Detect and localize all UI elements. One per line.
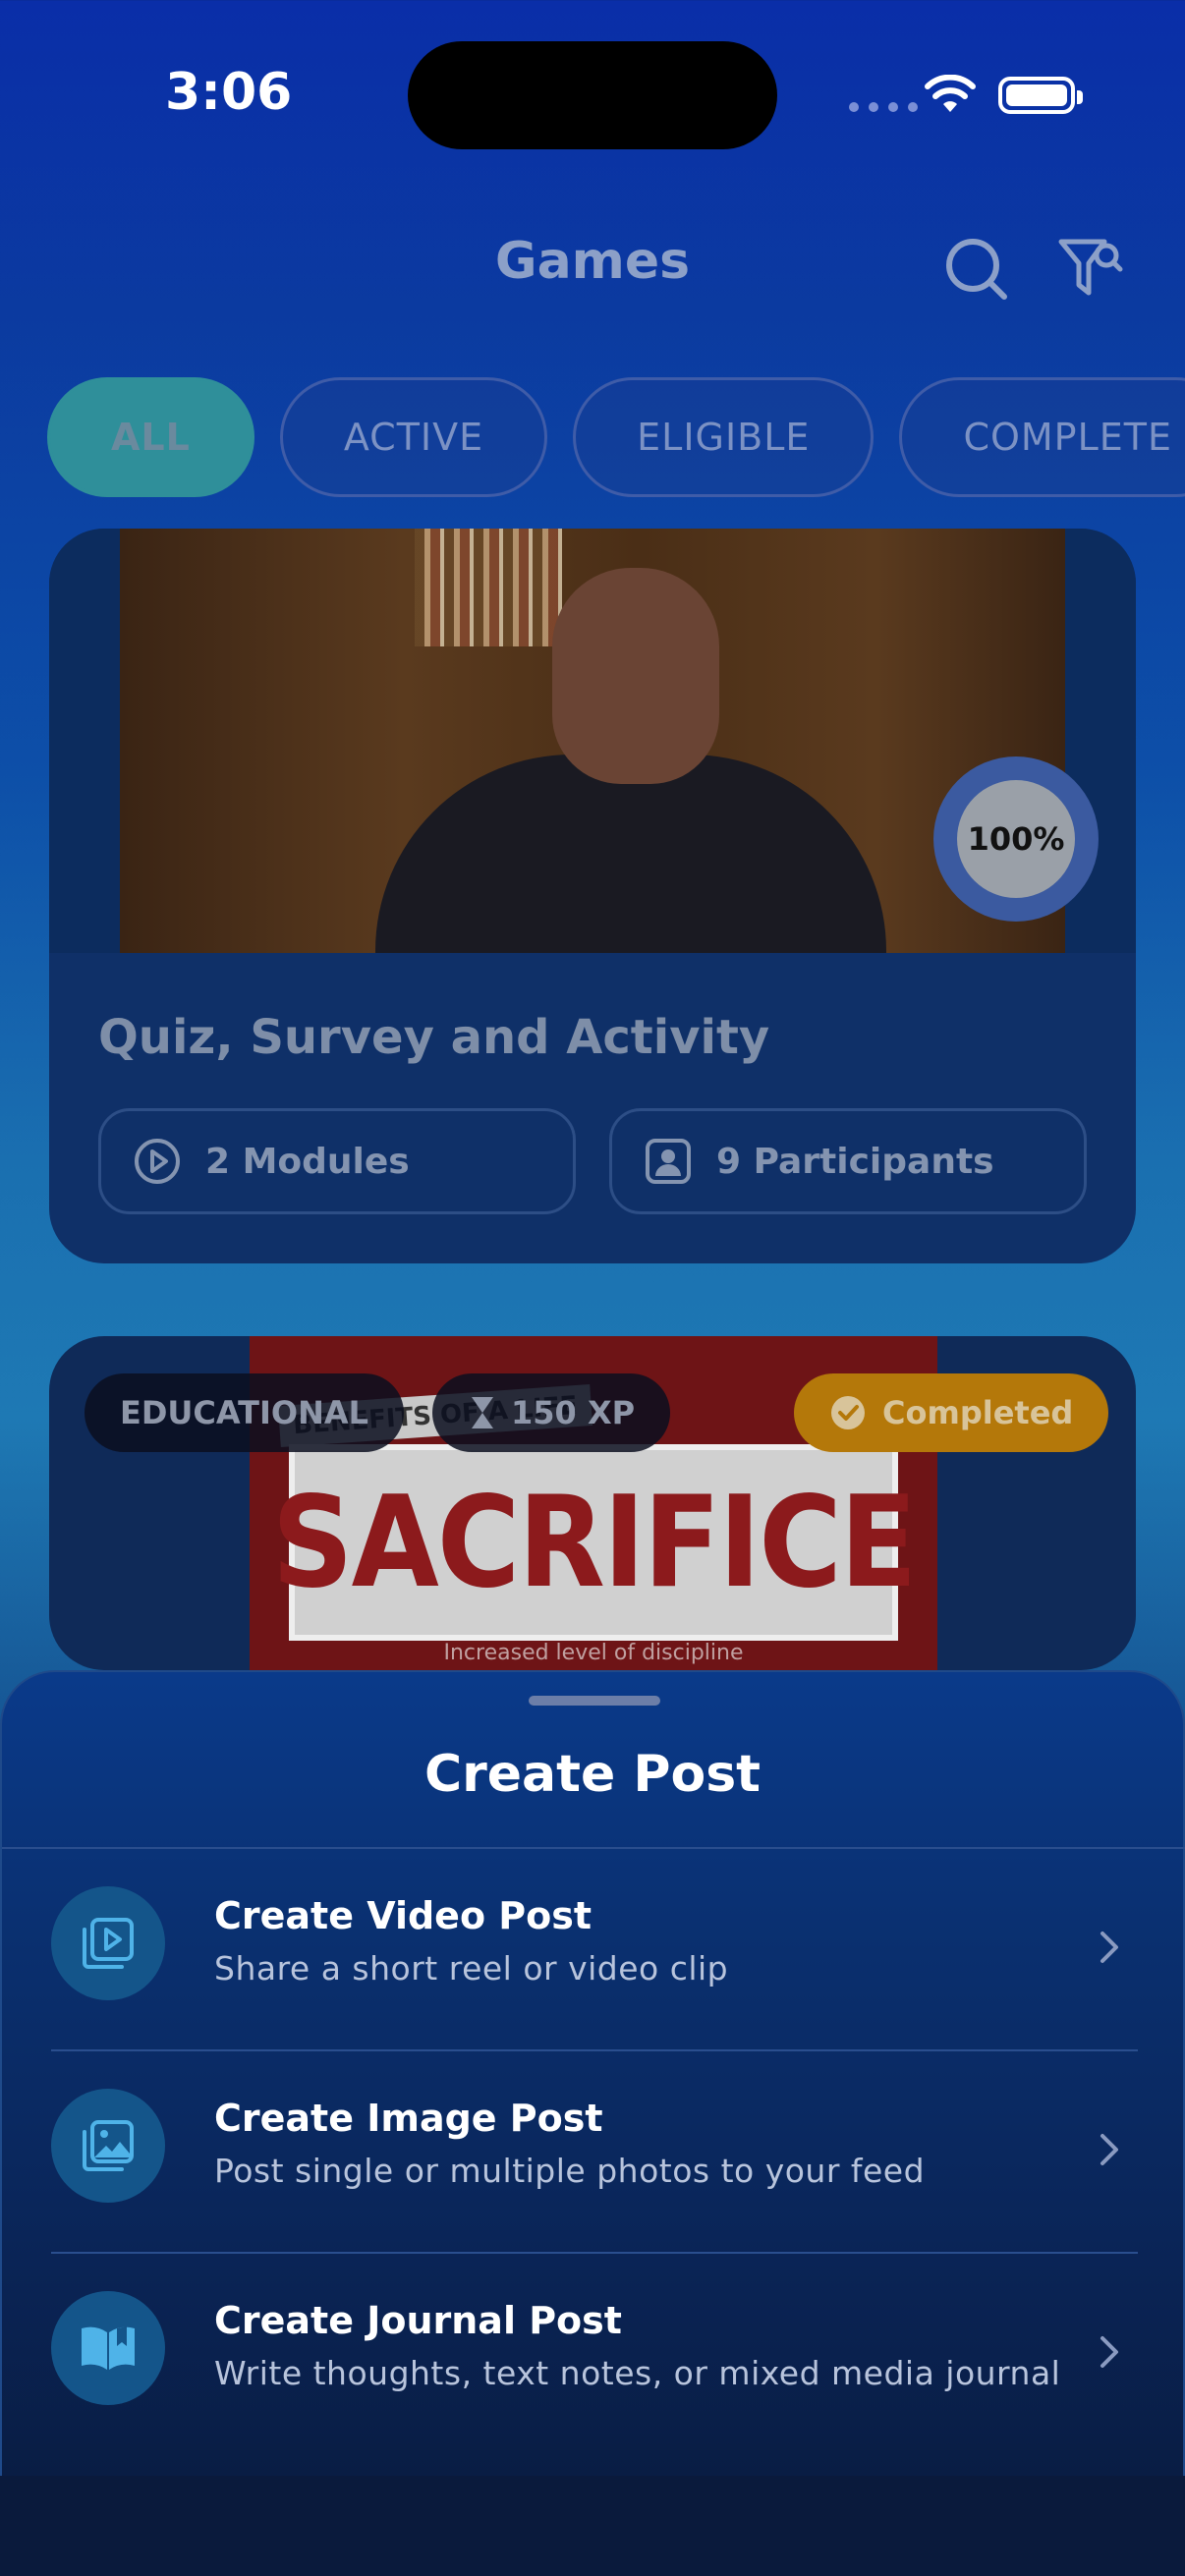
- video-post-icon: [51, 1886, 165, 2000]
- option-title: Create Journal Post: [214, 2299, 622, 2342]
- modules-label: 2 Modules: [205, 1141, 410, 1182]
- search-icon[interactable]: [941, 234, 1010, 303]
- create-post-sheet: Create Post Create Video Post Share a sh…: [0, 1670, 1185, 2476]
- check-circle-icon: [831, 1396, 865, 1429]
- participant-icon: [646, 1139, 691, 1184]
- category-badge: EDUCATIONAL: [85, 1373, 405, 1452]
- option-subtitle: Share a short reel or video clip: [214, 1949, 729, 1988]
- tab-all[interactable]: ALL: [47, 377, 254, 497]
- xp-label: 150 XP: [511, 1394, 636, 1431]
- tab-complete[interactable]: COMPLETE: [899, 377, 1185, 497]
- participants-label: 9 Participants: [716, 1141, 994, 1182]
- cellular-signal-icon: [849, 102, 918, 112]
- bottom-safe-area: [0, 2476, 1185, 2576]
- create-journal-post-option[interactable]: Create Journal Post Write thoughts, text…: [51, 2254, 1138, 2454]
- game-card[interactable]: 100% Quiz, Survey and Activity 2 Modules…: [49, 529, 1136, 1263]
- sheet-title: Create Post: [423, 1745, 762, 1804]
- chevron-right-icon: [1100, 1932, 1118, 1963]
- play-circle-icon: [135, 1139, 180, 1184]
- completed-label: Completed: [882, 1394, 1074, 1431]
- progress-ring: 100%: [933, 756, 1099, 922]
- option-title: Create Video Post: [214, 1894, 592, 1937]
- app-header: Games: [0, 222, 1185, 310]
- participants-stat: 9 Participants: [609, 1108, 1087, 1214]
- game-card[interactable]: BENEFITS OF A LIFE SACRIFICE Increased l…: [49, 1336, 1136, 1670]
- create-image-post-option[interactable]: Create Image Post Post single or multipl…: [51, 2051, 1138, 2252]
- option-subtitle: Post single or multiple photos to your f…: [214, 2152, 926, 2190]
- card-title: Quiz, Survey and Activity: [98, 1010, 770, 1065]
- xp-badge: 150 XP: [432, 1373, 671, 1452]
- status-bar: 3:06: [0, 0, 1185, 177]
- chevron-right-icon: [1100, 2336, 1118, 2368]
- tab-eligible[interactable]: ELIGIBLE: [573, 377, 875, 497]
- completed-badge: Completed: [794, 1373, 1109, 1452]
- progress-label: 100%: [957, 780, 1075, 898]
- filter-tabs: ALL ACTIVE ELIGIBLE COMPLETE: [47, 377, 1185, 497]
- video-thumbnail: [120, 529, 1065, 953]
- image-post-icon: [51, 2089, 165, 2203]
- thumbnail-caption: Increased level of discipline: [443, 1641, 744, 1665]
- status-time: 3:06: [165, 63, 293, 122]
- card-media: 100%: [49, 529, 1136, 953]
- battery-icon: [998, 77, 1083, 114]
- option-subtitle: Write thoughts, text notes, or mixed med…: [214, 2354, 1061, 2392]
- filter-icon[interactable]: [1055, 234, 1124, 303]
- wifi-icon: [925, 75, 976, 112]
- hourglass-icon: [472, 1397, 493, 1428]
- modules-stat: 2 Modules: [98, 1108, 576, 1214]
- create-video-post-option[interactable]: Create Video Post Share a short reel or …: [51, 1849, 1138, 2049]
- journal-post-icon: [51, 2291, 165, 2405]
- option-title: Create Image Post: [214, 2097, 603, 2140]
- tab-active[interactable]: ACTIVE: [279, 377, 548, 497]
- thumbnail-headline: SACRIFICE: [272, 1444, 917, 1641]
- sheet-drag-handle[interactable]: [529, 1696, 660, 1706]
- dynamic-island: [408, 41, 777, 149]
- chevron-right-icon: [1100, 2134, 1118, 2165]
